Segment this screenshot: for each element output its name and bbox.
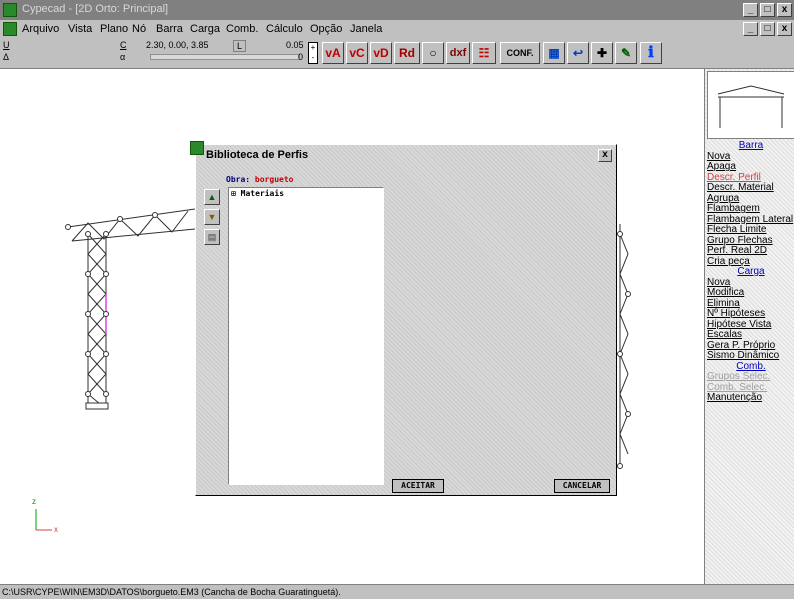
add-profile-icon[interactable]: ▲	[204, 189, 220, 205]
cmd-sismo-dinamico[interactable]: Sismo Dinâmico	[705, 350, 794, 362]
zero-value: 0	[298, 52, 304, 62]
command-list: Barra Nova Apaga Descr. Perfil Descr. Ma…	[705, 140, 794, 404]
cmd-manutencao[interactable]: Manutenção	[705, 392, 794, 404]
close-button[interactable]: x	[777, 3, 792, 17]
cmd-perf-real-2d[interactable]: Perf. Real 2D	[705, 245, 794, 257]
rd-button[interactable]: Rd	[394, 42, 420, 64]
menu-no[interactable]: Nó	[132, 23, 146, 35]
tree-node-materiais[interactable]: ⊞ Materiais	[231, 189, 284, 198]
toolbar-slider[interactable]	[150, 54, 300, 60]
grid-icon[interactable]: ☷	[472, 42, 496, 64]
dialog-title: Biblioteca de Perfis	[206, 149, 309, 161]
cmd-flambagem[interactable]: Flambagem	[705, 203, 794, 215]
cmd-escalas[interactable]: Escalas	[705, 329, 794, 341]
title-bar: Cypecad - [2D Orto: Principal] _ □ x	[0, 0, 794, 20]
edit-profile-icon[interactable]: ▼	[204, 209, 220, 225]
maximize-button[interactable]: □	[760, 3, 775, 17]
app-menu-icon[interactable]	[3, 22, 17, 36]
spinner-button[interactable]: + -	[308, 42, 318, 64]
menu-janela[interactable]: Janela	[350, 23, 382, 35]
menu-bar: Arquivo Vista Plano Nó Barra Carga Comb.…	[0, 20, 794, 38]
section-carga: Carga	[737, 266, 765, 277]
menu-vista[interactable]: Vista	[68, 23, 92, 35]
obra-value: borgueto	[254, 175, 294, 184]
structure-thumbnail[interactable]	[707, 71, 794, 139]
menu-barra[interactable]: Barra	[156, 23, 183, 35]
menu-plano[interactable]: Plano	[100, 23, 128, 35]
window-title: Cypecad - [2D Orto: Principal]	[22, 3, 169, 15]
menu-comb[interactable]: Comb.	[226, 23, 258, 35]
l-value: 0.05	[286, 40, 304, 50]
materials-tree[interactable]: ⊞ Materiais	[228, 187, 384, 485]
tree-expand-icon[interactable]: ⊞	[231, 189, 236, 198]
print-icon[interactable]: ▤	[204, 229, 220, 245]
menu-opcao[interactable]: Opção	[310, 23, 342, 35]
dialog-close-button[interactable]: x	[598, 149, 612, 162]
conf-button[interactable]: CONF.	[500, 42, 540, 64]
obra-line: Obra: borgueto	[226, 175, 293, 184]
delta-label: Δ	[3, 52, 10, 62]
export-icon[interactable]: ↩	[567, 42, 589, 64]
u-label: U	[3, 40, 10, 50]
cmd-descr-material[interactable]: Descr. Material	[705, 182, 794, 194]
c-label: C	[120, 40, 127, 50]
cross-icon[interactable]: ✚	[591, 42, 613, 64]
section-barra: Barra	[738, 140, 764, 151]
coordinates-readout: 2.30, 0.00, 3.85	[146, 40, 209, 50]
cmd-n-hipoteses[interactable]: Nº Hipóteses	[705, 308, 794, 320]
vc-button[interactable]: vC	[346, 42, 368, 64]
profile-library-dialog: Biblioteca de Perfis x Obra: borgueto ▲ …	[190, 141, 617, 496]
tree-node-label: Materiais	[240, 189, 285, 198]
mdi-restore-button[interactable]: □	[760, 22, 775, 36]
cypecad-app-icon[interactable]	[3, 3, 17, 17]
edit-icon[interactable]: ✎	[615, 42, 637, 64]
alpha-label: α	[120, 52, 126, 62]
cmd-flecha-limite[interactable]: Flecha Limite	[705, 224, 794, 236]
menu-calculo[interactable]: Cálculo	[266, 23, 303, 35]
cancelar-button[interactable]: CANCELAR	[554, 479, 610, 493]
obra-label: Obra:	[226, 175, 251, 184]
menu-arquivo[interactable]: Arquivo	[22, 23, 59, 35]
z-axis-label: z	[32, 497, 36, 506]
pattern-icon[interactable]: ▦	[543, 42, 565, 64]
cmd-grupos-selec: Grupos Selec.	[707, 371, 771, 382]
zoom-icon[interactable]: ○	[422, 42, 444, 64]
info-icon[interactable]: ℹ	[640, 42, 662, 64]
va-button[interactable]: vA	[322, 42, 344, 64]
dxf-button[interactable]: dxf	[446, 42, 470, 64]
cmd-apaga[interactable]: Apaga	[705, 161, 794, 173]
vd-button[interactable]: vD	[370, 42, 392, 64]
status-bar: C:\USR\CYPE\WIN\EM3D\DATOS\borgueto.EM3 …	[0, 584, 794, 599]
dialog-app-icon	[190, 141, 204, 155]
mdi-close-button[interactable]: x	[777, 22, 792, 36]
mdi-minimize-button[interactable]: _	[743, 22, 758, 36]
aceitar-button[interactable]: ACEITAR	[392, 479, 444, 493]
menu-carga[interactable]: Carga	[190, 23, 220, 35]
command-panel: Barra Nova Apaga Descr. Perfil Descr. Ma…	[704, 69, 794, 584]
cmd-modifica[interactable]: Modifica	[705, 287, 794, 299]
thumbnail-drawing	[717, 85, 785, 128]
minimize-button[interactable]: _	[743, 3, 758, 17]
l-label: L	[233, 40, 247, 52]
toolbar: U Δ C α 2.30, 0.00, 3.85 L 0.05 0 + - vA …	[0, 38, 794, 69]
x-axis-label: x	[54, 525, 58, 534]
